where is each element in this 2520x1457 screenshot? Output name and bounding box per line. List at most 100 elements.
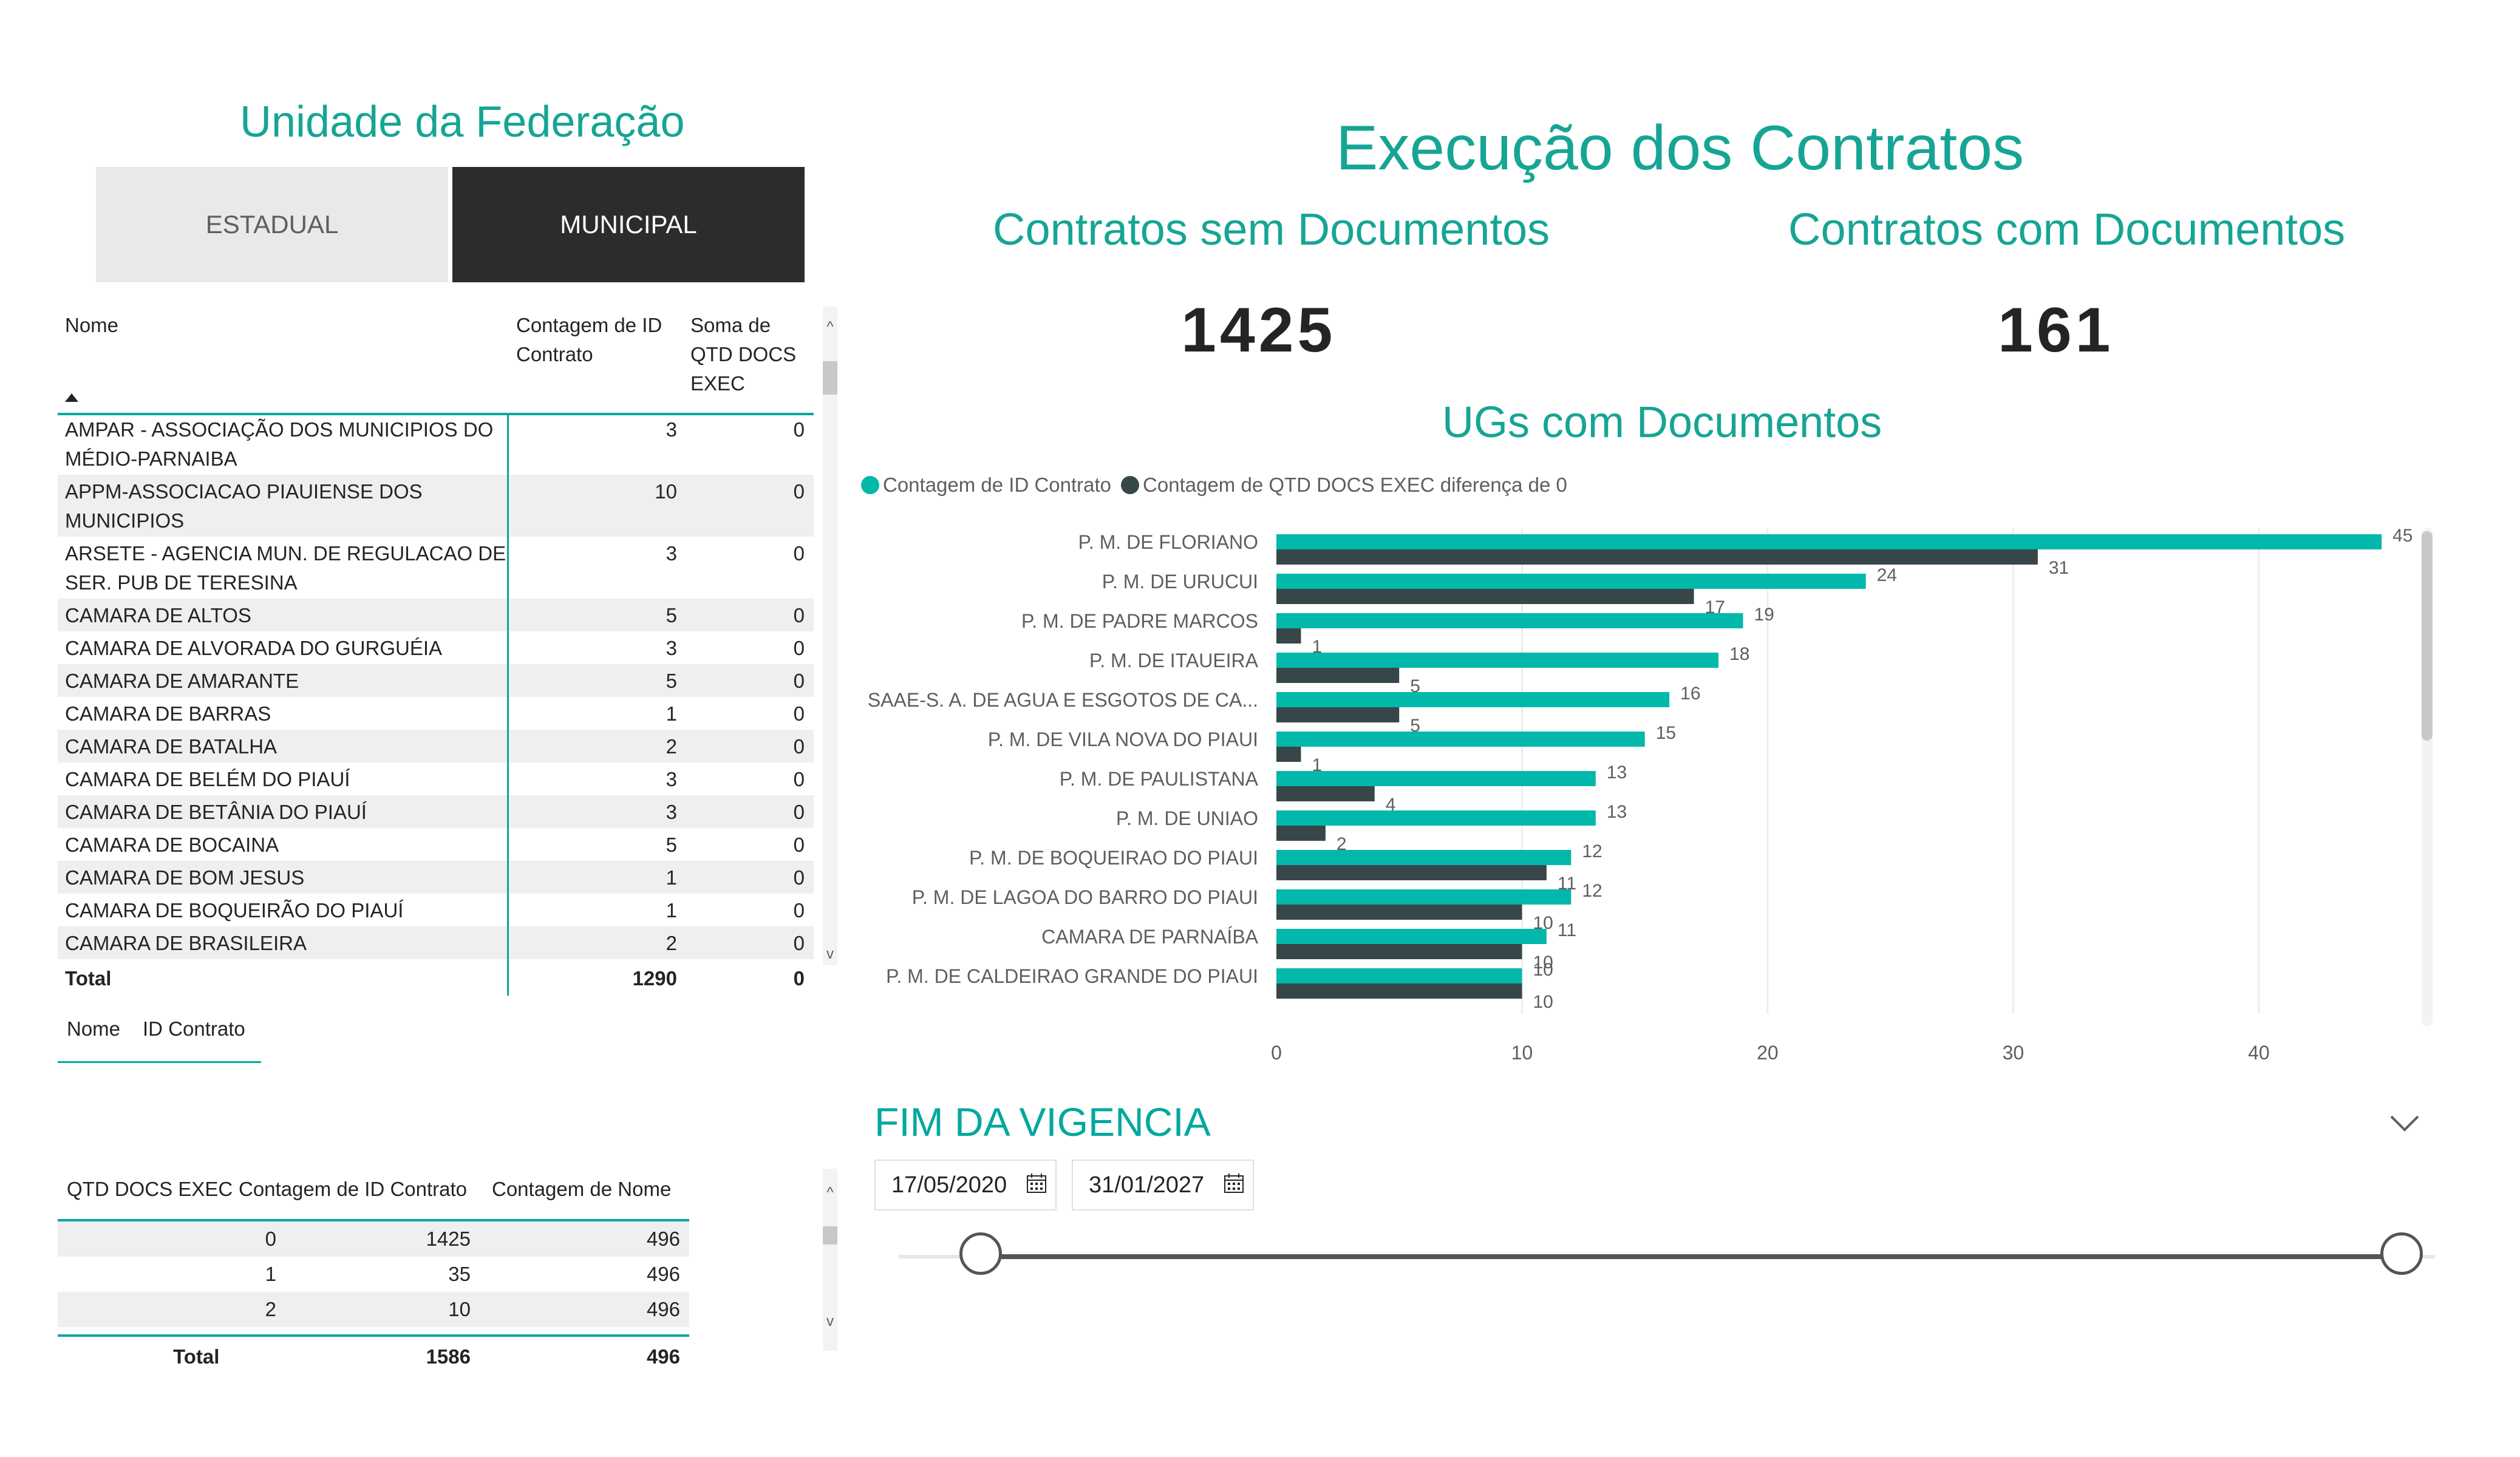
start-date-input[interactable]: 17/05/2020: [874, 1160, 1057, 1211]
contracts-table-scrollbar[interactable]: ^ v: [823, 307, 837, 965]
bar-id-contrato[interactable]: [1276, 732, 1645, 747]
bar-id-contrato[interactable]: [1276, 613, 1743, 628]
docs-scroll-down-icon[interactable]: v: [823, 1314, 837, 1329]
table-row[interactable]: CAMARA DE BELÉM DO PIAUÍ 3 0: [58, 762, 814, 795]
table-row[interactable]: CAMARA DE BOM JESUS 1 0: [58, 861, 814, 894]
row-name: CAMARA DE BARRAS: [65, 699, 271, 728]
bar-id-contrato[interactable]: [1276, 889, 1572, 905]
bar-qtd-docs[interactable]: [1276, 668, 1400, 683]
row-name: CAMARA DE BELÉM DO PIAUÍ: [65, 765, 350, 794]
category-label[interactable]: P. M. DE VILA NOVA DO PIAUI: [988, 728, 1258, 750]
table-row[interactable]: CAMARA DE BATALHA 2 0: [58, 730, 814, 762]
field-tab-id-contrato[interactable]: ID Contrato: [143, 1017, 245, 1041]
docs-header-qtd[interactable]: QTD DOCS EXEC: [67, 1178, 233, 1201]
data-label: 45: [2392, 526, 2413, 546]
row-count: 3: [666, 768, 677, 790]
slider-start-handle[interactable]: [959, 1232, 1002, 1275]
row-name-line: CAMARA DE ALTOS: [65, 604, 251, 627]
bar-qtd-docs[interactable]: [1276, 786, 1375, 801]
docs-header-count-id[interactable]: Contagem de ID Contrato: [239, 1178, 467, 1201]
bar-id-contrato[interactable]: [1276, 968, 1522, 983]
bar-id-contrato[interactable]: [1276, 534, 2382, 549]
bar-id-contrato[interactable]: [1276, 771, 1596, 786]
docs-total-row: Total 1586 496: [58, 1334, 689, 1373]
table-row[interactable]: AMPAR - ASSOCIAÇÃO DOS MUNICIPIOS DO MÉDI…: [58, 413, 814, 475]
header-soma-docs[interactable]: Soma de QTD DOCS EXEC: [690, 311, 796, 398]
table-row[interactable]: CAMARA DE BARRAS 1 0: [58, 697, 814, 730]
category-label[interactable]: P. M. DE CALDEIRAO GRANDE DO PIAUI: [886, 965, 1258, 987]
bar-id-contrato[interactable]: [1276, 653, 1719, 668]
category-label[interactable]: CAMARA DE PARNAÍBA: [1041, 926, 1258, 948]
table-row[interactable]: APPM-ASSOCIACAO PIAUIENSE DOS MUNICIPIOS 1…: [58, 475, 814, 537]
docs-table-scrollbar[interactable]: ^ v: [823, 1169, 837, 1351]
table-row[interactable]: CAMARA DE BETÂNIA DO PIAUÍ 3 0: [58, 795, 814, 828]
header-soma-docs-line2: QTD DOCS: [690, 343, 797, 365]
bar-qtd-docs[interactable]: [1276, 983, 1522, 999]
docs-scroll-thumb[interactable]: [823, 1226, 837, 1245]
bar-qtd-docs[interactable]: [1276, 628, 1301, 644]
table-row[interactable]: CAMARA DE ALVORADA DO GURGUÉIA 3 0: [58, 631, 814, 664]
category-label[interactable]: P. M. DE FLORIANO: [1078, 531, 1258, 553]
bar-qtd-docs[interactable]: [1276, 549, 2038, 565]
bar-qtd-docs[interactable]: [1276, 826, 1326, 841]
category-label[interactable]: P. M. DE PAULISTANA: [1060, 768, 1259, 790]
slicer-option-estadual[interactable]: ESTADUAL: [96, 167, 448, 282]
bar-qtd-docs[interactable]: [1276, 589, 1694, 604]
chevron-down-icon[interactable]: [2389, 1114, 2420, 1132]
scroll-thumb[interactable]: [823, 361, 837, 395]
row-name: CAMARA DE BOCAINA: [65, 830, 279, 860]
end-date-input[interactable]: 31/01/2027: [1072, 1160, 1254, 1211]
category-label[interactable]: P. M. DE URUCUI: [1102, 571, 1258, 593]
table-row[interactable]: CAMARA DE BOCAINA 5 0: [58, 828, 814, 861]
table-row[interactable]: CAMARA DE ALTOS 5 0: [58, 599, 814, 631]
slicer-option-municipal[interactable]: MUNICIPAL: [452, 167, 805, 282]
category-label[interactable]: SAAE-S. A. DE AGUA E ESGOTOS DE CA...: [868, 689, 1258, 711]
bar-id-contrato[interactable]: [1276, 929, 1547, 944]
category-label[interactable]: P. M. DE UNIAO: [1116, 807, 1258, 829]
bar-qtd-docs[interactable]: [1276, 707, 1400, 722]
chart-scrollbar[interactable]: [2422, 528, 2433, 1026]
row-name-line: CAMARA DE ALVORADA DO GURGUÉIA: [65, 637, 443, 659]
table-row[interactable]: ARSETE - AGENCIA MUN. DE REGULACAO DE SER…: [58, 537, 814, 599]
data-label: 10: [1533, 960, 1553, 980]
scroll-up-icon[interactable]: ^: [823, 320, 837, 335]
table-row[interactable]: CAMARA DE BRASILEIRA 2 0: [58, 926, 814, 959]
header-contagem-id[interactable]: Contagem de ID Contrato: [516, 311, 662, 369]
bar-qtd-docs[interactable]: [1276, 944, 1522, 959]
table-row[interactable]: 1 35 496: [58, 1257, 689, 1292]
calendar-icon[interactable]: [1224, 1173, 1244, 1194]
bar-qtd-docs[interactable]: [1276, 905, 1522, 920]
row-name: CAMARA DE BETÂNIA DO PIAUÍ: [65, 798, 367, 827]
bar-id-contrato[interactable]: [1276, 810, 1596, 826]
date-range-slider[interactable]: [899, 1226, 2435, 1287]
row-sum: 0: [793, 735, 805, 758]
legend-label-qtd-docs[interactable]: Contagem de QTD DOCS EXEC diferença de 0: [1143, 474, 1567, 497]
row-count: 1: [666, 899, 677, 922]
legend-label-id-contrato[interactable]: Contagem de ID Contrato: [883, 474, 1111, 497]
category-label[interactable]: P. M. DE LAGOA DO BARRO DO PIAUI: [912, 886, 1258, 908]
slicer-title: Unidade da Federação: [240, 98, 685, 146]
calendar-icon[interactable]: [1026, 1173, 1047, 1194]
chart-scroll-thumb[interactable]: [2422, 531, 2433, 741]
bar-id-contrato[interactable]: [1276, 850, 1572, 865]
row-sum: 0: [793, 637, 805, 659]
header-nome[interactable]: Nome: [65, 311, 118, 340]
field-tab-nome[interactable]: Nome: [67, 1017, 120, 1041]
table-row[interactable]: CAMARA DE BOQUEIRÃO DO PIAUÍ 1 0: [58, 894, 814, 926]
docs-header-count-nome[interactable]: Contagem de Nome: [492, 1178, 671, 1201]
table-row[interactable]: CAMARA DE AMARANTE 5 0: [58, 664, 814, 697]
sort-ascending-icon[interactable]: [65, 393, 78, 402]
category-label[interactable]: P. M. DE ITAUEIRA: [1089, 650, 1259, 671]
bar-qtd-docs[interactable]: [1276, 747, 1301, 762]
bar-id-contrato[interactable]: [1276, 692, 1670, 707]
docs-scroll-up-icon[interactable]: ^: [823, 1186, 837, 1200]
table-row[interactable]: 0 1425 496: [58, 1221, 689, 1257]
bar-id-contrato[interactable]: [1276, 574, 1866, 589]
category-label[interactable]: P. M. DE PADRE MARCOS: [1021, 610, 1258, 632]
bar-qtd-docs[interactable]: [1276, 865, 1547, 880]
scroll-down-icon[interactable]: v: [823, 947, 837, 962]
table-row[interactable]: 2 10 496: [58, 1292, 689, 1327]
slider-range[interactable]: [984, 1254, 2405, 1259]
slider-end-handle[interactable]: [2380, 1232, 2423, 1275]
category-label[interactable]: P. M. DE BOQUEIRAO DO PIAUI: [969, 847, 1258, 869]
